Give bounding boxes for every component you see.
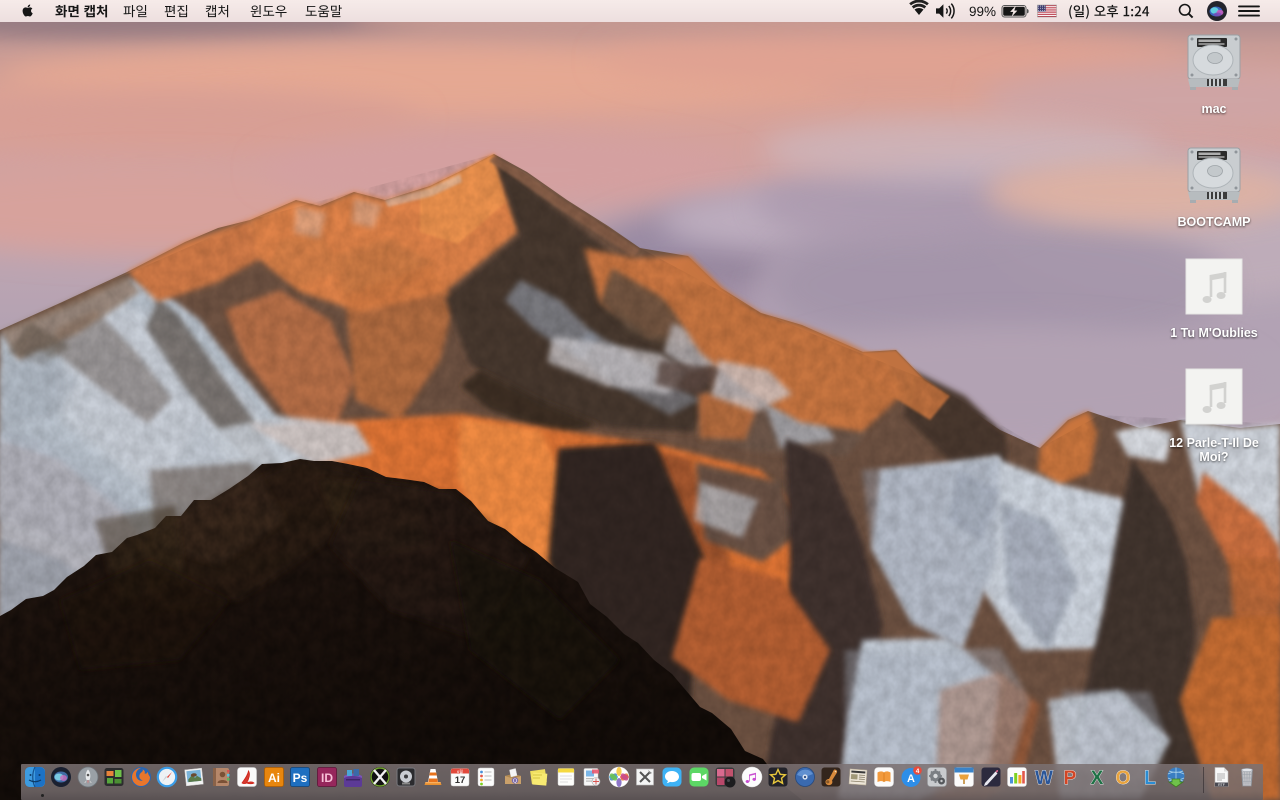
svg-text:17: 17	[454, 775, 465, 786]
svg-text:A: A	[907, 773, 915, 785]
svg-text:O: O	[1116, 768, 1131, 788]
svg-text:X: X	[1090, 768, 1103, 788]
svg-text:P: P	[1064, 768, 1077, 788]
svg-text:ID: ID	[321, 771, 333, 785]
svg-text:RTF: RTF	[1218, 783, 1225, 787]
svg-text:Ps: Ps	[293, 771, 308, 785]
svg-text:4: 4	[916, 768, 920, 775]
svg-text:L: L	[1144, 768, 1156, 788]
svg-text:W: W	[1035, 768, 1053, 788]
svg-text:Q: Q	[512, 779, 517, 785]
svg-text:Ai: Ai	[268, 771, 280, 785]
svg-text:6월: 6월	[457, 768, 463, 774]
